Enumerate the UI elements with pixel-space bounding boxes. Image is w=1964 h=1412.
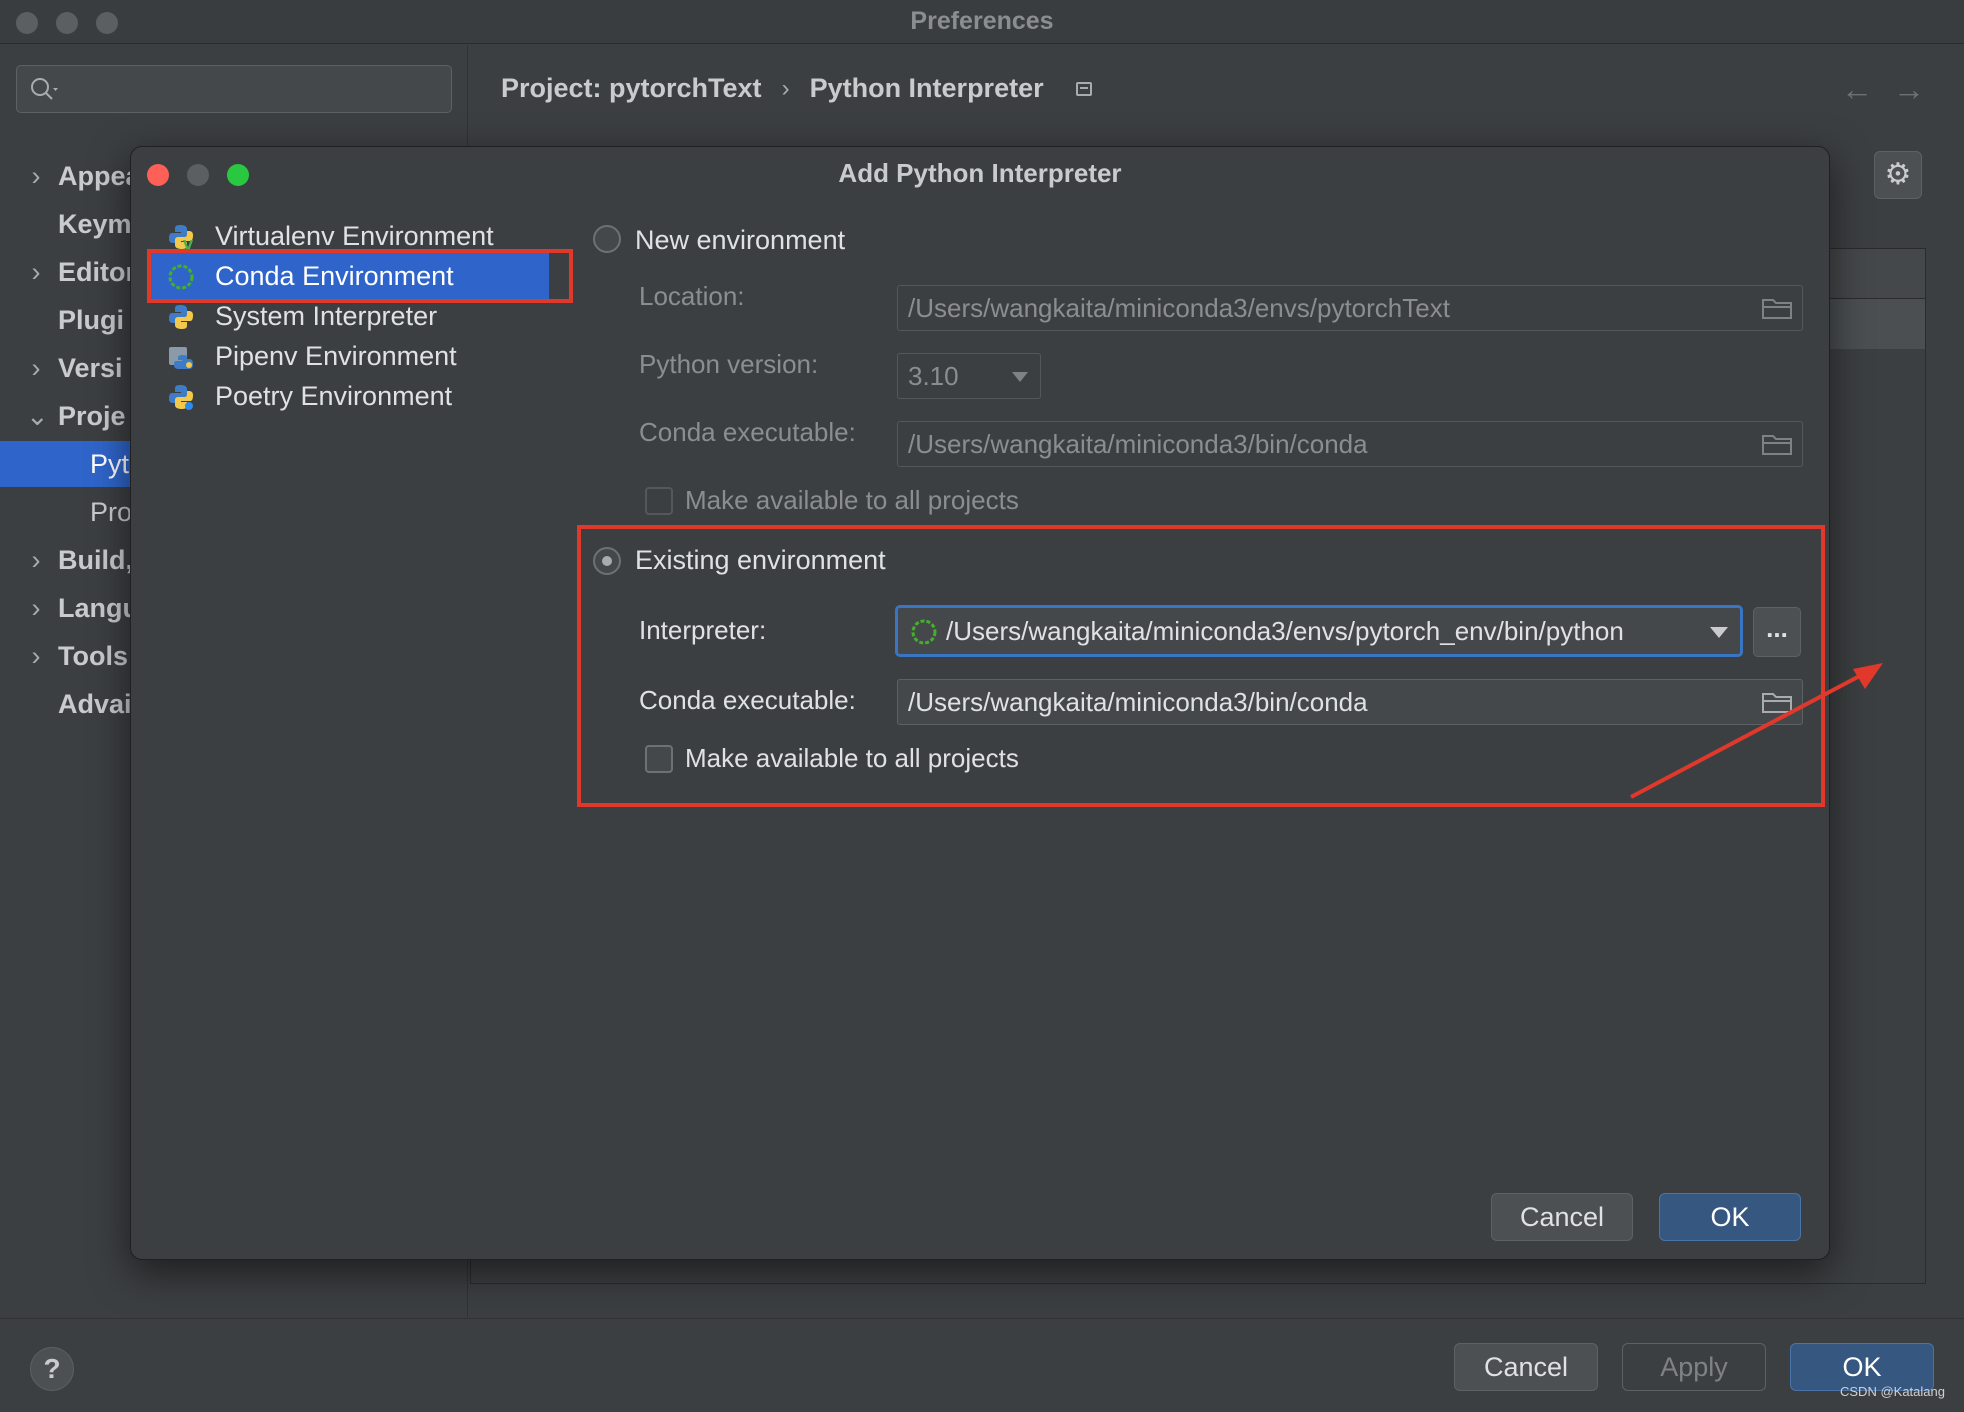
chevron-down-icon: ⌄ — [26, 401, 49, 431]
breadcrumb: Project: pytorchText › Python Interprete… — [501, 73, 1092, 104]
pipenv-icon — [169, 347, 193, 369]
new-environment-radio[interactable] — [593, 225, 621, 253]
forward-arrow-icon[interactable]: → — [1893, 71, 1925, 108]
location-field[interactable]: /Users/wangkaita/miniconda3/envs/pytorch… — [897, 285, 1803, 331]
poetry-icon — [169, 385, 193, 410]
pin-icon[interactable] — [1075, 81, 1092, 96]
python-version-select[interactable]: 3.10 — [897, 353, 1041, 399]
new-environment-label: New environment — [635, 225, 846, 255]
new-make-available-checkbox[interactable] — [645, 487, 673, 515]
search-icon — [31, 78, 58, 100]
gear-icon[interactable]: ⚙ — [1874, 151, 1922, 199]
back-arrow-icon[interactable]: ← — [1841, 71, 1873, 108]
python-version-label: Python version: — [639, 349, 819, 379]
breadcrumb-project[interactable]: Project: pytorchText — [501, 73, 762, 104]
add-python-interpreter-dialog: Add Python Interpreter V Virtualenv Envi… — [130, 146, 1883, 1260]
breadcrumb-page: Python Interpreter — [809, 73, 1044, 103]
preferences-titlebar: Preferences — [0, 0, 1964, 44]
new-conda-executable-field[interactable]: /Users/wangkaita/miniconda3/bin/conda — [897, 421, 1803, 467]
chevron-right-icon: › — [31, 161, 41, 191]
help-button[interactable]: ? — [30, 1347, 74, 1391]
env-type-poetry[interactable]: Poetry Environment — [151, 373, 549, 419]
footer-apply-button[interactable]: Apply — [1622, 1343, 1766, 1391]
preferences-footer: ? Cancel Apply OK — [0, 1318, 1964, 1412]
dialog-zoom-button[interactable] — [227, 164, 249, 186]
dialog-close-button[interactable] — [147, 164, 169, 186]
zoom-window-button[interactable] — [96, 12, 118, 34]
window-title: Preferences — [910, 7, 1054, 35]
dialog-ok-button[interactable]: OK — [1659, 1193, 1801, 1241]
new-conda-executable-label: Conda executable: — [639, 417, 856, 447]
chevron-right-icon: › — [31, 593, 41, 623]
chevron-right-icon: › — [31, 545, 41, 575]
annotation-arrow-icon — [1630, 663, 1883, 799]
dialog-cancel-button[interactable]: Cancel — [1491, 1193, 1633, 1241]
settings-search-input[interactable] — [16, 65, 452, 113]
dialog-minimize-button[interactable] — [187, 164, 209, 186]
python-icon — [169, 305, 193, 329]
watermark: CSDN @Katalang — [1840, 1384, 1945, 1399]
chevron-right-icon: › — [31, 353, 41, 383]
folder-icon[interactable] — [1762, 432, 1792, 456]
close-window-button[interactable] — [16, 12, 38, 34]
chevron-right-icon: › — [31, 257, 41, 287]
new-make-available-label: Make available to all projects — [685, 485, 1019, 515]
annotation-highlight-conda — [147, 249, 573, 303]
minimize-window-button[interactable] — [56, 12, 78, 34]
virtualenv-icon: V — [169, 225, 193, 251]
folder-icon[interactable] — [1762, 296, 1792, 320]
footer-cancel-button[interactable]: Cancel — [1454, 1343, 1598, 1391]
chevron-down-icon — [1012, 372, 1028, 382]
dialog-title: Add Python Interpreter — [838, 158, 1122, 188]
chevron-right-icon: › — [31, 641, 41, 671]
breadcrumb-separator: › — [781, 74, 790, 102]
location-label: Location: — [639, 281, 745, 311]
